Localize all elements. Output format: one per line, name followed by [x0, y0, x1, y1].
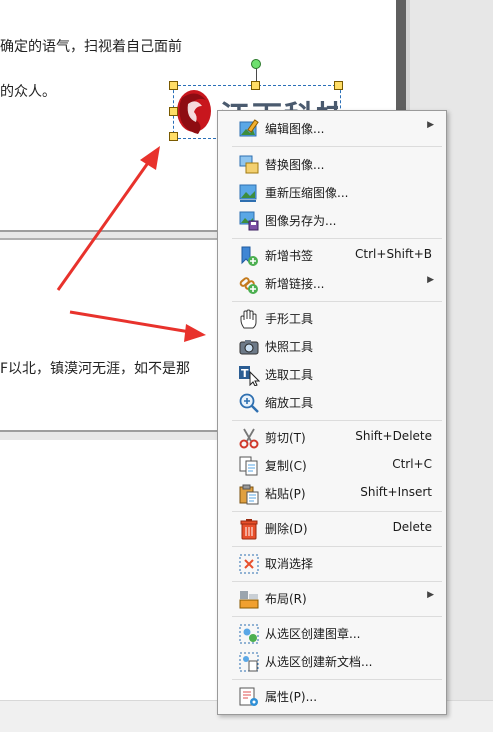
- context-menu: 编辑图像... ▶ 替换图像... 重新压缩图像... 图像另存为... 新增书…: [217, 110, 447, 715]
- menu-item-select-tool[interactable]: T 选取工具: [218, 361, 446, 387]
- resize-handle-bottom-left[interactable]: [169, 132, 178, 141]
- menu-item-hand-tool[interactable]: 手形工具: [218, 305, 446, 331]
- paste-icon: [239, 484, 259, 505]
- menu-item-create-document[interactable]: 从选区创建新文档...: [218, 648, 446, 674]
- menu-item-snapshot-tool[interactable]: 快照工具: [218, 333, 446, 359]
- text-line: 的众人。: [0, 84, 56, 100]
- menu-item-delete[interactable]: 删除(D) Delete: [218, 515, 446, 541]
- resize-handle-left[interactable]: [169, 107, 178, 116]
- menu-separator: [232, 616, 442, 617]
- camera-icon: [239, 340, 259, 355]
- compress-image-icon: [239, 184, 257, 202]
- menu-separator: [232, 546, 442, 547]
- replace-image-icon: [239, 155, 259, 174]
- save-image-icon: [239, 211, 259, 231]
- menu-separator: [232, 511, 442, 512]
- submenu-arrow-icon: ▶: [427, 590, 434, 600]
- menu-separator: [232, 679, 442, 680]
- scissors-icon: [239, 428, 259, 449]
- bookmark-add-icon: [241, 246, 258, 266]
- menu-separator: [232, 238, 442, 239]
- logo-icon: [177, 90, 211, 134]
- edit-image-icon: [239, 119, 259, 137]
- rotate-handle[interactable]: [251, 59, 261, 69]
- resize-handle-top[interactable]: [251, 81, 260, 90]
- menu-item-layout[interactable]: 布局(R) ▶: [218, 585, 446, 611]
- menu-item-zoom-tool[interactable]: 缩放工具: [218, 389, 446, 415]
- resize-handle-top-left[interactable]: [169, 81, 178, 90]
- text-line: F以北，镇漠河无涯，如不是那: [0, 361, 191, 377]
- menu-item-replace-image[interactable]: 替换图像...: [218, 151, 446, 177]
- menu-item-save-image-as[interactable]: 图像另存为...: [218, 207, 446, 233]
- menu-separator: [232, 581, 442, 582]
- text-line: 确定的语气，扫视着自己面前: [0, 39, 182, 55]
- menu-item-deselect[interactable]: 取消选择: [218, 550, 446, 576]
- hand-icon: [240, 309, 257, 329]
- new-document-icon: [239, 652, 259, 672]
- deselect-icon: [239, 554, 259, 574]
- menu-separator: [232, 420, 442, 421]
- trash-icon: [240, 519, 258, 540]
- submenu-arrow-icon: ▶: [427, 120, 434, 130]
- menu-item-add-link[interactable]: 新增链接... ▶: [218, 270, 446, 296]
- resize-handle-top-right[interactable]: [334, 81, 343, 90]
- stamp-icon: [239, 624, 259, 644]
- properties-icon: [239, 687, 258, 706]
- link-add-icon: [239, 277, 258, 294]
- menu-item-paste[interactable]: 粘贴(P) Shift+Insert: [218, 480, 446, 506]
- menu-item-properties[interactable]: 属性(P)...: [218, 683, 446, 709]
- menu-item-cut[interactable]: 剪切(T) Shift+Delete: [218, 424, 446, 450]
- layout-icon: [239, 591, 259, 609]
- copy-icon: [239, 456, 258, 476]
- menu-item-create-stamp[interactable]: 从选区创建图章...: [218, 620, 446, 646]
- zoom-icon: [239, 393, 259, 413]
- menu-separator: [232, 301, 442, 302]
- menu-separator: [232, 146, 442, 147]
- text-select-icon: T: [239, 366, 260, 386]
- menu-item-edit-image[interactable]: 编辑图像... ▶: [218, 115, 446, 141]
- menu-item-copy[interactable]: 复制(C) Ctrl+C: [218, 452, 446, 478]
- menu-item-recompress-image[interactable]: 重新压缩图像...: [218, 179, 446, 205]
- menu-item-add-bookmark[interactable]: 新增书签 Ctrl+Shift+B: [218, 242, 446, 268]
- svg-text:T: T: [241, 367, 249, 380]
- submenu-arrow-icon: ▶: [427, 275, 434, 285]
